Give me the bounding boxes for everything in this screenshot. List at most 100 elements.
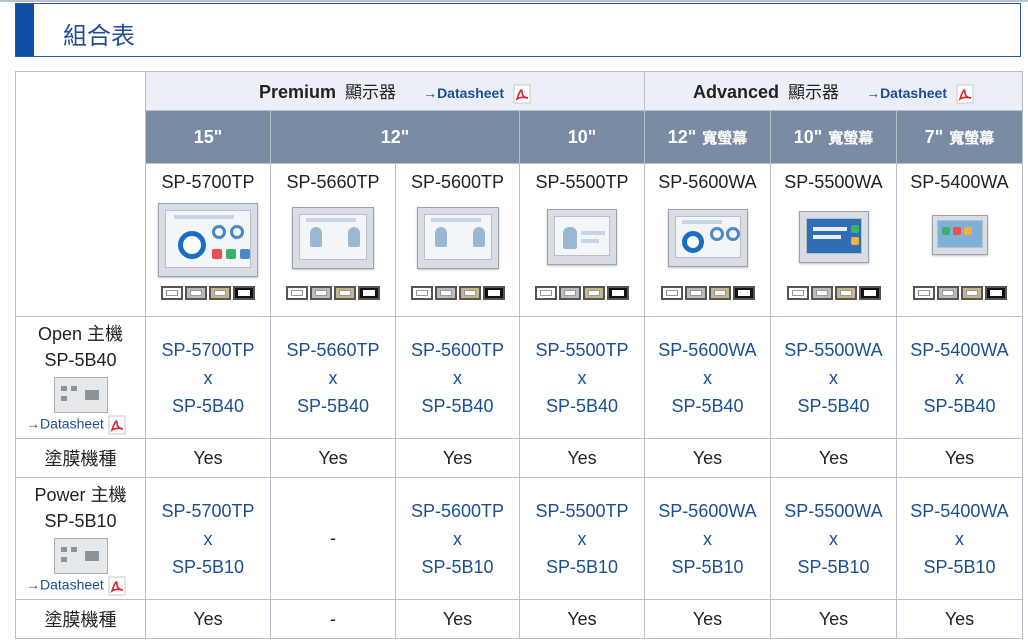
size-header: 10" 寬螢幕: [770, 110, 897, 164]
host-model: SP-5B10: [671, 556, 744, 577]
product-image[interactable]: [547, 209, 617, 265]
host-product-image[interactable]: [54, 377, 108, 413]
coating-value: Yes: [770, 599, 897, 639]
combination-link[interactable]: SP-5700TP x SP-5B40: [145, 316, 271, 439]
combination-link[interactable]: SP-5400WA x SP-5B10: [896, 477, 1023, 600]
advanced-datasheet-link[interactable]: →Datasheet: [866, 85, 947, 101]
combination-link[interactable]: SP-5400WA x SP-5B40: [896, 316, 1023, 439]
combination-link[interactable]: SP-5500TP x SP-5B10: [519, 477, 645, 600]
beige-bezel-icon: [583, 286, 605, 300]
beige-bezel-icon: [334, 286, 356, 300]
series-advanced-name: Advanced: [693, 82, 780, 103]
black-bezel-icon: [358, 286, 380, 300]
model-name: SP-5500WA: [784, 172, 883, 192]
host-label: Open 主機: [37, 324, 124, 344]
black-bezel-icon: [858, 286, 881, 300]
combination-table: Premium 顯示器 →Datasheet Advanced 顯示器 →Dat…: [15, 71, 1023, 639]
host-model: SP-5B40: [923, 395, 996, 416]
silver-bezel-icon: [535, 286, 557, 300]
pdf-icon[interactable]: [513, 84, 531, 104]
size-label: 7": [924, 126, 944, 147]
model-name: SP-5600WA: [658, 172, 757, 192]
product-image[interactable]: [158, 203, 258, 277]
host-model: SP-5B10: [44, 511, 117, 531]
host-model: SP-5B10: [923, 556, 996, 577]
premium-datasheet-link[interactable]: →Datasheet: [423, 85, 504, 101]
bezel-color-options: [660, 286, 755, 300]
coating-value: Yes: [519, 438, 645, 478]
combo-x: x: [577, 528, 587, 549]
pdf-icon[interactable]: [956, 84, 974, 104]
silver-bezel-icon: [161, 286, 183, 300]
product-image[interactable]: [292, 207, 374, 269]
combination-link[interactable]: SP-5500WA x SP-5B10: [770, 477, 897, 600]
power-host-datasheet-link[interactable]: →Datasheet: [16, 576, 145, 596]
combination-link[interactable]: SP-5600TP x SP-5B40: [395, 316, 520, 439]
product-image[interactable]: [931, 215, 988, 255]
size-label: 15": [193, 126, 223, 147]
model-name: SP-5600TP: [410, 172, 505, 192]
size-header: 12": [270, 110, 520, 164]
display-model: SP-5500WA: [784, 339, 883, 360]
black-bezel-icon: [984, 286, 1007, 300]
size-header: 7" 寬螢幕: [896, 110, 1023, 164]
pdf-icon[interactable]: [108, 415, 126, 435]
combination-link[interactable]: SP-5600TP x SP-5B10: [395, 477, 520, 600]
combination-link[interactable]: SP-5600WA x SP-5B40: [644, 316, 771, 439]
combo-x: x: [955, 528, 964, 549]
unavailable-combination: -: [270, 477, 396, 600]
combination-link[interactable]: SP-5600WA x SP-5B10: [644, 477, 771, 600]
bezel-color-options: [410, 286, 505, 300]
gray-bezel-icon: [185, 286, 207, 300]
bezel-color-options: [161, 286, 255, 300]
model-cell: SP-5400WA: [896, 163, 1023, 317]
combination-link[interactable]: SP-5700TP x SP-5B10: [145, 477, 271, 600]
size-label: 10": [567, 126, 597, 147]
host-model: SP-5B40: [671, 395, 744, 416]
model-name: SP-5400WA: [910, 172, 1009, 192]
coating-label: 塗膜機種: [15, 599, 146, 639]
coating-value: Yes: [270, 438, 396, 478]
model-cell: SP-5500WA: [770, 163, 897, 317]
display-model: SP-5600WA: [658, 339, 757, 360]
display-model: SP-5700TP: [161, 339, 255, 360]
combo-x: x: [829, 367, 838, 388]
coating-label: 塗膜機種: [15, 438, 146, 478]
host-model: SP-5B40: [545, 395, 619, 416]
host-model: SP-5B10: [797, 556, 870, 577]
black-bezel-icon: [732, 286, 755, 300]
product-image[interactable]: [667, 209, 748, 267]
silver-bezel-icon: [410, 286, 433, 300]
series-advanced: Advanced 顯示器 →Datasheet: [644, 71, 1023, 111]
combo-x: x: [829, 528, 838, 549]
product-image[interactable]: [416, 207, 499, 269]
bezel-color-options: [535, 286, 629, 300]
pdf-icon[interactable]: [108, 576, 126, 596]
model-name: SP-5700TP: [161, 172, 255, 192]
combo-x: x: [703, 367, 712, 388]
silver-bezel-icon: [786, 286, 809, 300]
coating-value: Yes: [145, 599, 271, 639]
product-image[interactable]: [798, 211, 869, 263]
display-model: SP-5600TP: [410, 339, 505, 360]
host-model: SP-5B40: [44, 350, 117, 370]
beige-bezel-icon: [960, 286, 983, 300]
silver-bezel-icon: [912, 286, 935, 300]
section-header-accent-bar: [16, 4, 34, 56]
host-model: SP-5B40: [296, 395, 370, 416]
widescreen-label: 寬螢幕: [949, 128, 995, 147]
model-cell: SP-5500TP: [519, 163, 645, 317]
combination-link[interactable]: SP-5500WA x SP-5B40: [770, 316, 897, 439]
section-header: 組合表: [15, 3, 1021, 57]
coating-value: Yes: [644, 599, 771, 639]
combination-link[interactable]: SP-5500TP x SP-5B40: [519, 316, 645, 439]
host-product-image[interactable]: [54, 538, 108, 574]
display-model: SP-5600WA: [658, 500, 757, 521]
open-host-datasheet-link[interactable]: →Datasheet: [16, 415, 145, 435]
size-header: 10": [519, 110, 645, 164]
display-model: SP-5660TP: [286, 339, 380, 360]
datasheet-label: →Datasheet: [26, 415, 104, 432]
combination-link[interactable]: SP-5660TP x SP-5B40: [270, 316, 396, 439]
combo-x: x: [577, 367, 587, 388]
silver-bezel-icon: [286, 286, 308, 300]
